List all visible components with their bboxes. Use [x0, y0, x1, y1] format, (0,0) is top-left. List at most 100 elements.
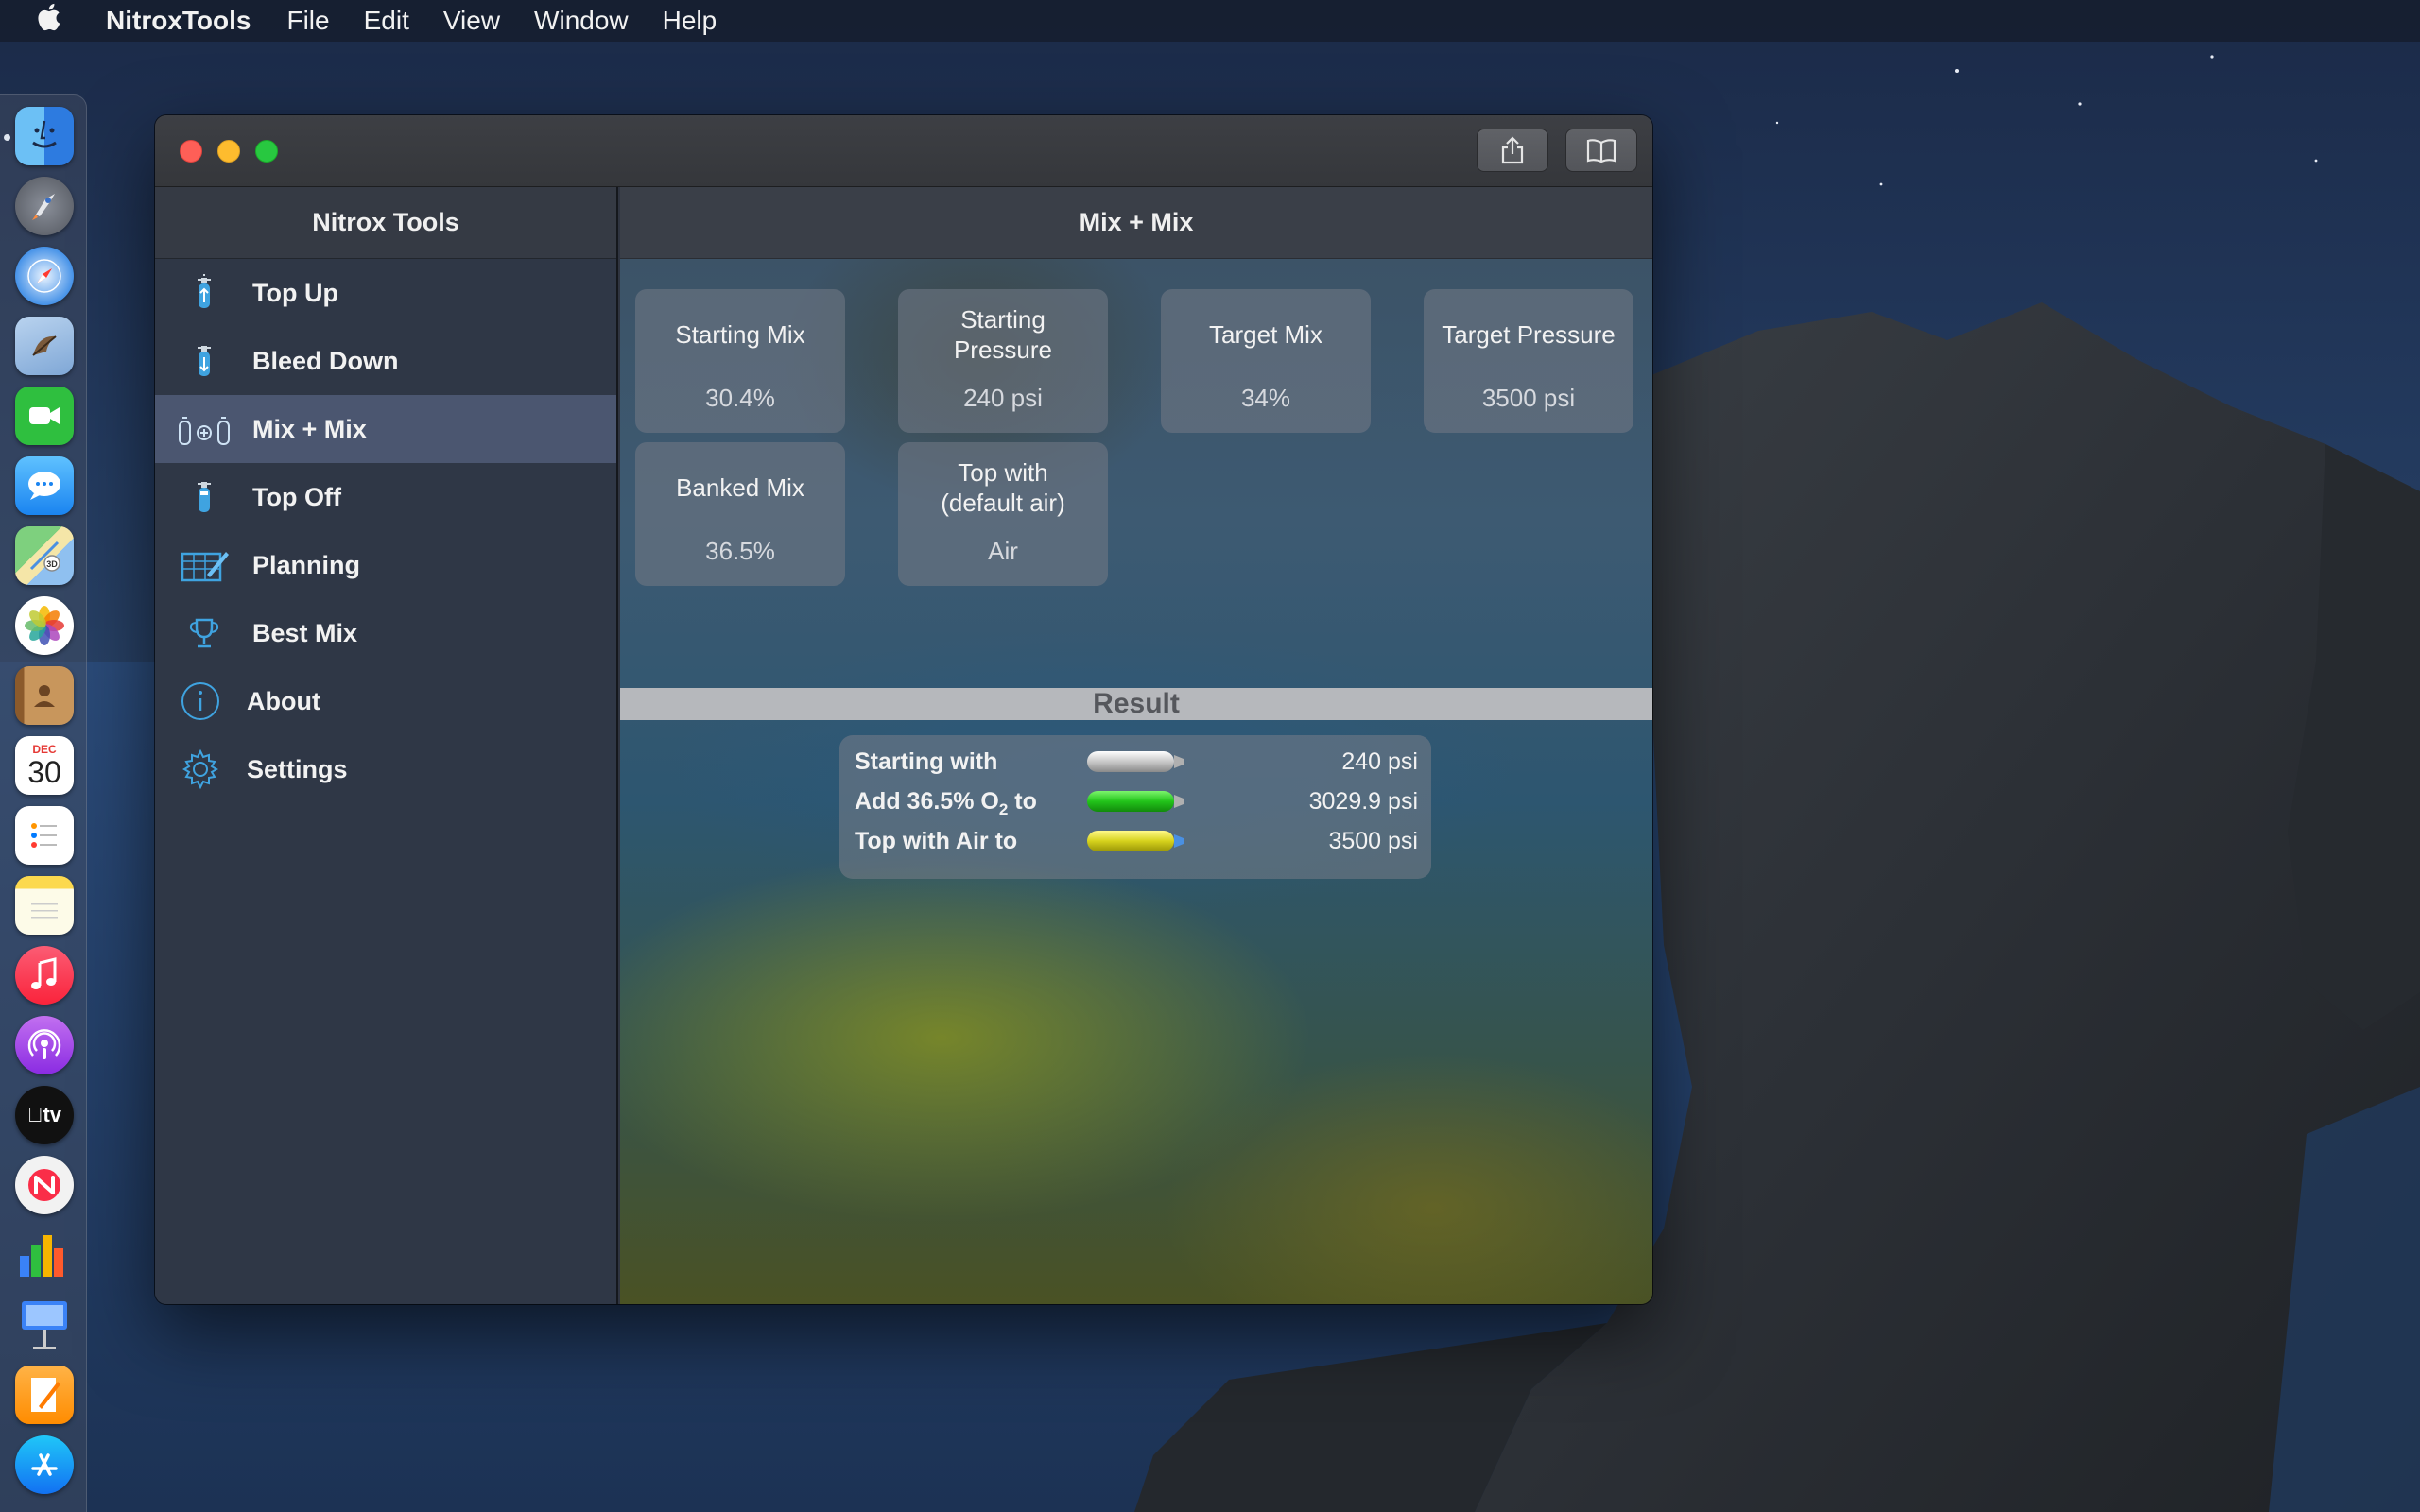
app-window: Nitrox Tools Top Up Bleed Down Mix + Mix… — [155, 115, 1652, 1304]
share-button[interactable] — [1477, 129, 1548, 172]
result-row-top-air: Top with Air to 3500 psi — [839, 822, 1431, 860]
sidebar-item-top-up[interactable]: Top Up — [155, 259, 616, 327]
book-button[interactable] — [1565, 129, 1637, 172]
target-pressure-tile[interactable]: Target Pressure 3500 psi — [1424, 289, 1634, 433]
pages-icon[interactable] — [15, 1366, 74, 1424]
facetime-icon[interactable] — [15, 387, 74, 445]
tile-label: Target Mix — [1209, 320, 1322, 349]
trophy-icon — [178, 614, 231, 652]
result-value: 3029.9 psi — [1308, 788, 1418, 815]
sidebar-item-top-off[interactable]: Top Off — [155, 463, 616, 531]
sidebar-item-label: Planning — [252, 550, 360, 579]
banked-mix-tile[interactable]: Banked Mix 36.5% — [635, 442, 845, 586]
starting-mix-tile[interactable]: Starting Mix 30.4% — [635, 289, 845, 433]
sidebar-item-label: Best Mix — [252, 618, 358, 647]
calendar-icon[interactable]: DEC 30 — [15, 736, 74, 795]
result-header: Result — [620, 688, 1652, 720]
tank-top-icon — [178, 478, 231, 516]
tank-green-icon — [1087, 791, 1184, 812]
apple-menu-icon[interactable] — [36, 3, 74, 39]
help-menu[interactable]: Help — [663, 6, 717, 36]
tank-gray-icon — [1087, 751, 1184, 772]
maps-icon[interactable]: 3D — [15, 526, 74, 585]
result-label: Add 36.5% O2 to — [855, 788, 1037, 818]
share-icon — [1501, 136, 1524, 164]
keynote-icon[interactable] — [15, 1296, 74, 1354]
reminders-icon[interactable] — [15, 806, 74, 865]
app-menu[interactable]: NitroxTools — [106, 6, 251, 36]
messages-icon[interactable] — [15, 456, 74, 515]
tile-value: Air — [988, 537, 1018, 565]
result-value: 3500 psi — [1328, 828, 1418, 854]
window-menu[interactable]: Window — [534, 6, 629, 36]
result-card: Starting with 240 psi Add 36.5% O2 to 30… — [839, 735, 1431, 879]
tank-down-icon — [178, 342, 231, 380]
tile-value: 34% — [1240, 384, 1291, 412]
sidebar-item-about[interactable]: About — [155, 667, 616, 735]
podcasts-icon[interactable] — [15, 1016, 74, 1074]
sidebar-item-planning[interactable]: Planning — [155, 531, 616, 599]
contacts-icon[interactable] — [15, 666, 74, 725]
calendar-month: DEC — [32, 743, 57, 756]
tile-label: Top with (default air) — [941, 458, 1065, 517]
mail-icon[interactable] — [15, 317, 74, 375]
tile-label: Target Pressure — [1442, 320, 1616, 349]
title-bar[interactable] — [155, 115, 1652, 187]
tv-icon[interactable]: tv — [15, 1086, 74, 1144]
dock: 3D DEC 30 tv — [0, 94, 87, 1512]
tank-yellow-icon — [1087, 831, 1184, 851]
tile-label: Starting Mix — [675, 320, 805, 349]
music-icon[interactable] — [15, 946, 74, 1005]
sidebar-item-bleed-down[interactable]: Bleed Down — [155, 327, 616, 395]
minimize-button[interactable] — [217, 140, 240, 163]
sidebar-item-label: Mix + Mix — [252, 414, 367, 443]
news-icon[interactable] — [15, 1156, 74, 1214]
notes-icon[interactable] — [15, 876, 74, 935]
running-indicator — [4, 134, 10, 141]
info-icon — [174, 682, 227, 720]
finder-icon[interactable] — [15, 107, 74, 165]
edit-menu[interactable]: Edit — [364, 6, 409, 36]
tank-up-icon — [178, 274, 231, 312]
page-title: Mix + Mix — [620, 187, 1652, 259]
main-content: Mix + Mix Starting Mix 30.4% Starting Pr… — [620, 187, 1652, 1304]
zoom-button[interactable] — [255, 140, 278, 163]
numbers-icon[interactable] — [15, 1226, 74, 1284]
sidebar-item-settings[interactable]: Settings — [155, 735, 616, 803]
book-icon — [1586, 139, 1616, 163]
sidebar-item-label: About — [247, 686, 320, 715]
tile-value: 30.4% — [705, 384, 775, 412]
sidebar-title: Nitrox Tools — [155, 187, 616, 259]
launchpad-icon[interactable] — [15, 177, 74, 235]
appstore-icon[interactable] — [15, 1435, 74, 1494]
target-mix-tile[interactable]: Target Mix 34% — [1161, 289, 1371, 433]
safari-icon[interactable] — [15, 247, 74, 305]
result-label: Top with Air to — [855, 828, 1018, 854]
close-button[interactable] — [180, 140, 202, 163]
tile-value: 240 psi — [963, 384, 1043, 412]
gear-icon — [174, 748, 227, 790]
starting-pressure-tile[interactable]: Starting Pressure 240 psi — [898, 289, 1108, 433]
sidebar-item-best-mix[interactable]: Best Mix — [155, 599, 616, 667]
sidebar: Nitrox Tools Top Up Bleed Down Mix + Mix… — [155, 187, 618, 1304]
tile-value: 3500 psi — [1481, 384, 1576, 412]
mix-tanks-icon — [178, 410, 231, 448]
tile-value: 36.5% — [705, 537, 775, 565]
result-value: 240 psi — [1341, 748, 1418, 775]
view-menu[interactable]: View — [443, 6, 500, 36]
menu-bar: NitroxTools File Edit View Window Help — [0, 0, 2420, 42]
sidebar-item-label: Top Off — [252, 482, 341, 511]
calendar-day: 30 — [27, 755, 61, 789]
top-with-tile[interactable]: Top with (default air) Air — [898, 442, 1108, 586]
sidebar-item-label: Bleed Down — [252, 346, 399, 375]
photos-icon[interactable] — [15, 596, 74, 655]
sidebar-item-mix-mix[interactable]: Mix + Mix — [155, 395, 616, 463]
result-label: Starting with — [855, 748, 998, 775]
tv-label: tv — [27, 1103, 61, 1126]
sidebar-item-label: Settings — [247, 754, 348, 783]
planning-icon — [178, 546, 231, 584]
sidebar-item-label: Top Up — [252, 278, 338, 307]
file-menu[interactable]: File — [286, 6, 329, 36]
svg-text:3D: 3D — [46, 559, 58, 569]
tile-label: Starting Pressure — [953, 305, 1053, 364]
